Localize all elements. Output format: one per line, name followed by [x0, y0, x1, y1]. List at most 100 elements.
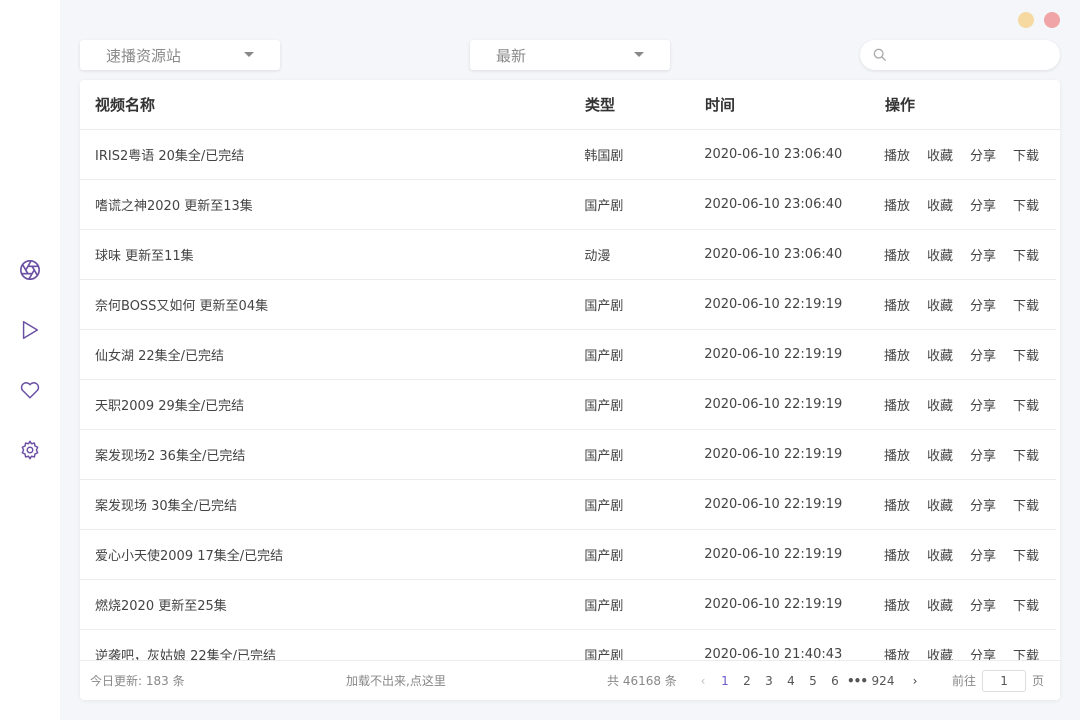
video-name[interactable]: 嗜谎之神2020 更新至13集 [80, 195, 584, 214]
download-button[interactable]: 下载 [1013, 645, 1039, 660]
video-name[interactable]: 奈何BOSS又如何 更新至04集 [80, 295, 584, 314]
play-button[interactable]: 播放 [884, 545, 910, 564]
video-time: 2020-06-10 22:19:19 [704, 397, 843, 412]
share-button[interactable]: 分享 [970, 595, 996, 614]
header-ops: 操作 [885, 96, 916, 114]
minimize-button[interactable] [1018, 12, 1034, 28]
video-name[interactable]: IRIS2粤语 20集全/已完结 [80, 145, 584, 164]
share-button[interactable]: 分享 [970, 195, 996, 214]
table-row: 案发现场 30集全/已完结 国产剧 2020-06-10 22:19:19 播放 收藏分… [80, 480, 1056, 530]
download-button[interactable]: 下载 [1013, 495, 1039, 514]
close-button[interactable] [1044, 12, 1060, 28]
search-input[interactable] [896, 47, 1056, 63]
play-button[interactable]: 播放 [884, 395, 910, 414]
favorite-button[interactable]: 收藏 [927, 145, 953, 164]
favorite-button[interactable]: 收藏 [927, 195, 953, 214]
play-button[interactable]: 播放 [884, 245, 910, 264]
source-select[interactable]: 速播资源站 [80, 40, 280, 70]
share-button[interactable]: 分享 [970, 395, 996, 414]
video-name[interactable]: 案发现场2 36集全/已完结 [80, 445, 584, 464]
video-type: 动漫 [584, 249, 611, 264]
load-hint-link[interactable]: 加载不出来,点这里 [346, 672, 446, 689]
download-button[interactable]: 下载 [1013, 295, 1039, 314]
aperture-icon[interactable] [18, 258, 42, 282]
play-button[interactable]: 播放 [884, 645, 910, 660]
download-button[interactable]: 下载 [1013, 345, 1039, 364]
more-pages[interactable]: ••• [846, 674, 868, 688]
video-name[interactable]: 仙女湖 22集全/已完结 [80, 345, 584, 364]
favorite-button[interactable]: 收藏 [927, 495, 953, 514]
page-number[interactable]: 5 [802, 674, 824, 688]
page-number[interactable]: 3 [758, 674, 780, 688]
search-box[interactable] [860, 40, 1060, 70]
table-row: 爱心小天使2009 17集全/已完结 国产剧 2020-06-10 22:19:19… [80, 530, 1056, 580]
row-actions: 播放 收藏 分享 下载 [884, 395, 1056, 414]
chevron-down-icon [244, 52, 254, 57]
goto-page-input[interactable] [982, 669, 1027, 692]
share-button[interactable]: 分享 [970, 245, 996, 264]
video-name[interactable]: 爱心小天使2009 17集全/已完结 [80, 545, 584, 564]
favorite-button[interactable]: 收藏 [927, 595, 953, 614]
share-button[interactable]: 分享 [970, 545, 996, 564]
page-number-last[interactable]: 924 [868, 674, 898, 688]
table-body: IRIS2粤语 20集全/已完结 韩国剧 2020-06-10 23:06:40 播放… [80, 130, 1060, 660]
video-name[interactable]: 逆袭吧，灰姑娘 22集全/已完结 [80, 645, 584, 660]
favorite-button[interactable]: 收藏 [927, 245, 953, 264]
header-type: 类型 [585, 96, 616, 114]
favorite-button[interactable]: 收藏 [927, 445, 953, 464]
header-time: 时间 [705, 96, 736, 114]
favorite-button[interactable]: 收藏 [927, 345, 953, 364]
table-row: 案发现场2 36集全/已完结 国产剧 2020-06-10 22:19:19 播放 收藏… [80, 430, 1056, 480]
play-button[interactable]: 播放 [884, 595, 910, 614]
video-type: 国产剧 [584, 349, 624, 364]
share-button[interactable]: 分享 [970, 145, 996, 164]
table-row: 天职2009 29集全/已完结 国产剧 2020-06-10 22:19:19 播放收… [80, 380, 1056, 430]
heart-icon[interactable] [18, 378, 42, 402]
video-time: 2020-06-10 21:40:43 [704, 647, 843, 660]
download-button[interactable]: 下载 [1013, 245, 1039, 264]
share-button[interactable]: 分享 [970, 445, 996, 464]
download-button[interactable]: 下载 [1013, 145, 1039, 164]
play-button[interactable]: 播放 [884, 445, 910, 464]
video-name[interactable]: 燃烧2020 更新至25集 [80, 595, 584, 614]
favorite-button[interactable]: 收藏 [927, 645, 953, 660]
favorite-button[interactable]: 收藏 [927, 545, 953, 564]
share-button[interactable]: 分享 [970, 645, 996, 660]
page-number[interactable]: 4 [780, 674, 802, 688]
play-button[interactable]: 播放 [884, 295, 910, 314]
share-button[interactable]: 分享 [970, 295, 996, 314]
video-time: 2020-06-10 23:06:40 [704, 147, 843, 162]
header-name: 视频名称 [95, 96, 156, 114]
play-button[interactable]: 播放 [884, 345, 910, 364]
download-button[interactable]: 下载 [1013, 545, 1039, 564]
video-type: 国产剧 [584, 449, 624, 464]
sort-select[interactable]: 最新 [470, 40, 670, 70]
play-icon[interactable] [18, 318, 42, 342]
video-name[interactable]: 天职2009 29集全/已完结 [80, 395, 584, 414]
video-time: 2020-06-10 22:19:19 [704, 297, 843, 312]
video-name[interactable]: 球味 更新至11集 [80, 245, 584, 264]
page-number[interactable]: 2 [736, 674, 758, 688]
play-button[interactable]: 播放 [884, 495, 910, 514]
prev-page-icon[interactable]: ‹ [692, 674, 714, 688]
video-table: 视频名称 类型 时间 操作 IRIS2粤语 20集全/已完结 韩国剧 2020-06… [80, 80, 1060, 700]
share-button[interactable]: 分享 [970, 345, 996, 364]
table-row: 球味 更新至11集 动漫 2020-06-10 23:06:40 播放 收藏 分享 下载 [80, 230, 1056, 280]
window-controls [1018, 12, 1060, 28]
favorite-button[interactable]: 收藏 [927, 295, 953, 314]
download-button[interactable]: 下载 [1013, 445, 1039, 464]
download-button[interactable]: 下载 [1013, 195, 1039, 214]
video-name[interactable]: 案发现场 30集全/已完结 [80, 495, 584, 514]
sidebar [0, 0, 60, 720]
favorite-button[interactable]: 收藏 [927, 395, 953, 414]
settings-icon[interactable] [18, 438, 42, 462]
play-button[interactable]: 播放 [884, 195, 910, 214]
next-page-icon[interactable]: › [904, 674, 926, 688]
download-button[interactable]: 下载 [1013, 395, 1039, 414]
table-row: 仙女湖 22集全/已完结 国产剧 2020-06-10 22:19:19 播放 收藏 分享… [80, 330, 1056, 380]
share-button[interactable]: 分享 [970, 495, 996, 514]
download-button[interactable]: 下载 [1013, 595, 1039, 614]
play-button[interactable]: 播放 [884, 145, 910, 164]
page-number[interactable]: 6 [824, 674, 846, 688]
page-number[interactable]: 1 [714, 674, 736, 688]
